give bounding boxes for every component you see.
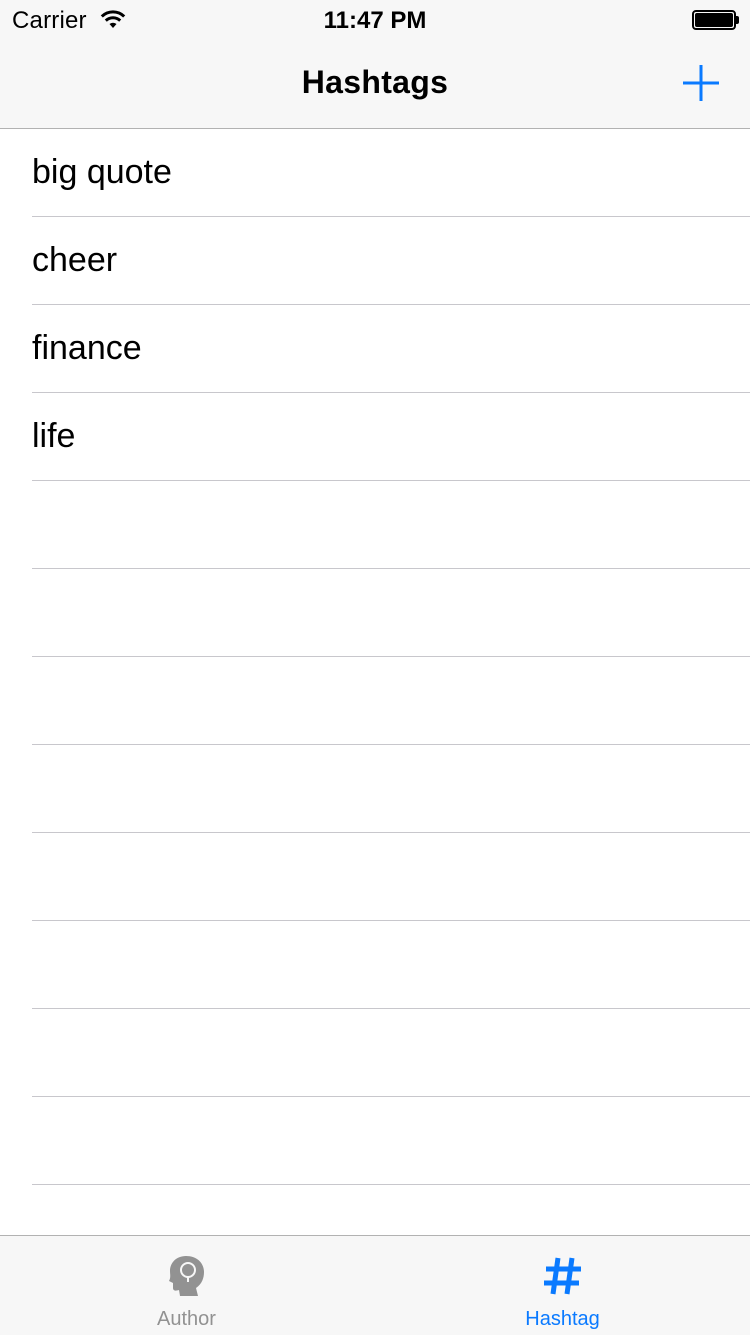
empty-row [32,1009,750,1097]
hashtag-row[interactable]: big quote [32,129,750,217]
empty-row [32,833,750,921]
hashtag-label: cheer [32,241,118,279]
empty-row [32,569,750,657]
hashtag-row[interactable]: cheer [32,217,750,305]
hashtag-row[interactable]: finance [32,305,750,393]
battery-icon [692,10,739,30]
status-bar: Carrier 11:47 PM [0,0,750,40]
empty-row [32,1097,750,1185]
head-silhouette-icon [168,1256,204,1296]
hashtag-label: big quote [32,153,172,191]
empty-row [32,481,750,569]
empty-row [32,921,750,1009]
hash-icon [543,1257,581,1295]
hashtag-row[interactable]: life [32,393,750,481]
empty-row [32,1185,750,1235]
tab-author-label: Author [157,1308,216,1330]
page-title: Hashtags [301,64,449,100]
add-hashtag-button[interactable] [674,57,728,111]
hashtag-table: big quote cheer finance life [0,129,750,1235]
plus-icon [683,65,719,101]
navigation-header: Carrier 11:47 PM Hashtags [0,0,750,129]
tab-bar: Author Hashtag [0,1235,750,1335]
empty-row [32,745,750,833]
hashtag-label: life [32,417,76,455]
status-time: 11:47 PM [323,7,427,34]
hashtag-label: finance [32,329,142,367]
tab-hashtag[interactable]: Hashtag [375,1236,750,1335]
empty-row [32,657,750,745]
tab-author[interactable]: Author [0,1236,375,1335]
tab-hashtag-label: Hashtag [525,1308,600,1330]
